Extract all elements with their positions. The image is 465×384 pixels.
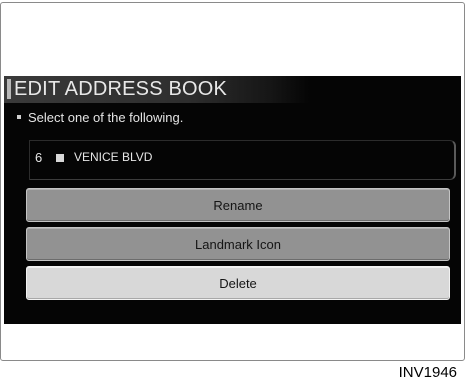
- delete-label: Delete: [219, 275, 257, 291]
- instruction-label: Select one of the following.: [28, 110, 184, 125]
- figure-code: INV1946: [398, 364, 457, 381]
- nav-screen: EDIT ADDRESS BOOK Select one of the foll…: [4, 76, 461, 324]
- landmark-icon-label: Landmark Icon: [195, 236, 281, 252]
- landmark-square-icon: [56, 154, 64, 162]
- title-bar: EDIT ADDRESS BOOK: [4, 76, 309, 103]
- rename-label: Rename: [213, 197, 263, 213]
- title-accent: [7, 79, 11, 99]
- landmark-icon-button[interactable]: Landmark Icon: [26, 227, 450, 261]
- entry-number: 6: [35, 150, 43, 165]
- bullet-icon: [17, 114, 21, 119]
- instruction-text: Select one of the following.: [17, 110, 183, 125]
- figure-frame: EDIT ADDRESS BOOK Select one of the foll…: [0, 2, 465, 361]
- page-title: EDIT ADDRESS BOOK: [14, 78, 228, 100]
- delete-button[interactable]: Delete: [26, 266, 450, 300]
- rename-button[interactable]: Rename: [26, 188, 450, 222]
- entry-name: VENICE BLVD: [74, 150, 153, 164]
- address-entry: 6 VENICE BLVD: [29, 140, 456, 180]
